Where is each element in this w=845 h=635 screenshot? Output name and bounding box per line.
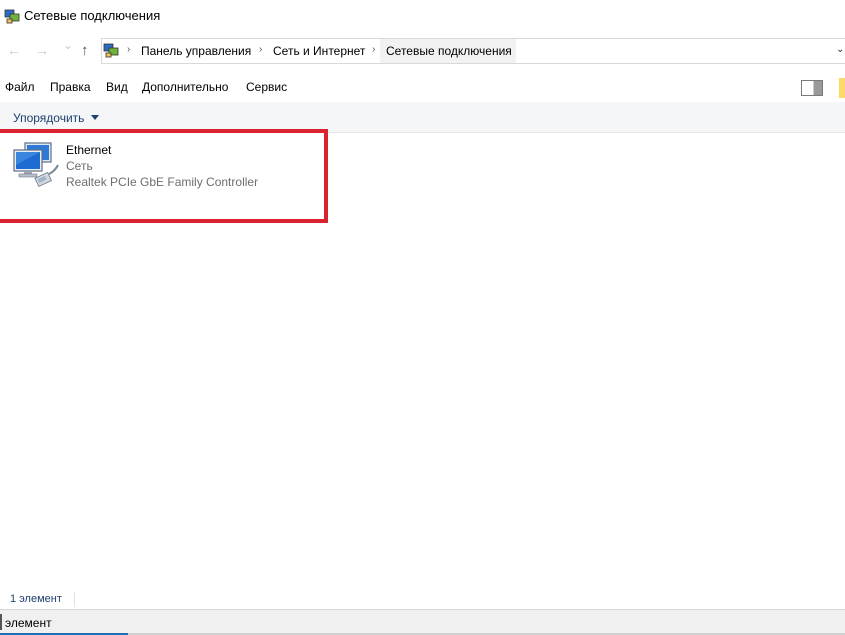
caret-down-icon[interactable] bbox=[91, 115, 99, 120]
menu-edit[interactable]: Правка bbox=[50, 80, 91, 94]
breadcrumb-control-panel[interactable]: Панель управления bbox=[141, 44, 251, 58]
menu-view[interactable]: Вид bbox=[106, 80, 128, 94]
connection-adapter: Realtek PCIe GbE Family Controller bbox=[66, 175, 259, 189]
breadcrumb-separator[interactable]: › bbox=[127, 44, 130, 55]
menu-advanced[interactable]: Дополнительно bbox=[142, 80, 228, 94]
window-title: Сетевые подключения bbox=[24, 8, 161, 23]
bottom-status-text: элемент bbox=[5, 616, 52, 630]
bottom-divider bbox=[0, 614, 2, 630]
ethernet-adapter-icon[interactable] bbox=[12, 141, 60, 189]
menu-tools[interactable]: Сервис bbox=[246, 80, 287, 94]
network-connections-icon bbox=[4, 9, 20, 24]
organize-button[interactable]: Упорядочить bbox=[13, 111, 84, 125]
item-count: 1 элемент bbox=[10, 593, 62, 605]
menu-file[interactable]: Файл bbox=[5, 80, 35, 94]
bottom-status-bar bbox=[0, 609, 845, 635]
chevron-down-icon[interactable]: ⌄ bbox=[63, 38, 73, 52]
control-panel-icon bbox=[103, 43, 119, 58]
breadcrumb-separator[interactable]: › bbox=[259, 44, 262, 55]
arrow-right-icon[interactable]: → bbox=[35, 42, 49, 58]
breadcrumb-separator[interactable]: › bbox=[372, 44, 375, 55]
arrow-left-icon[interactable]: ← bbox=[7, 42, 21, 58]
arrow-up-icon[interactable]: ↑ bbox=[81, 42, 89, 59]
connection-name[interactable]: Ethernet bbox=[66, 143, 111, 157]
address-dropdown-icon[interactable]: ⌄ bbox=[836, 44, 844, 55]
breadcrumb-network-internet[interactable]: Сеть и Интернет bbox=[273, 44, 365, 58]
help-icon[interactable] bbox=[839, 78, 845, 98]
status-bar bbox=[0, 590, 845, 609]
breadcrumb-network-connections[interactable]: Сетевые подключения bbox=[386, 44, 512, 58]
connection-network: Сеть bbox=[66, 159, 93, 173]
preview-pane-icon[interactable] bbox=[801, 80, 823, 96]
status-divider bbox=[74, 592, 75, 607]
